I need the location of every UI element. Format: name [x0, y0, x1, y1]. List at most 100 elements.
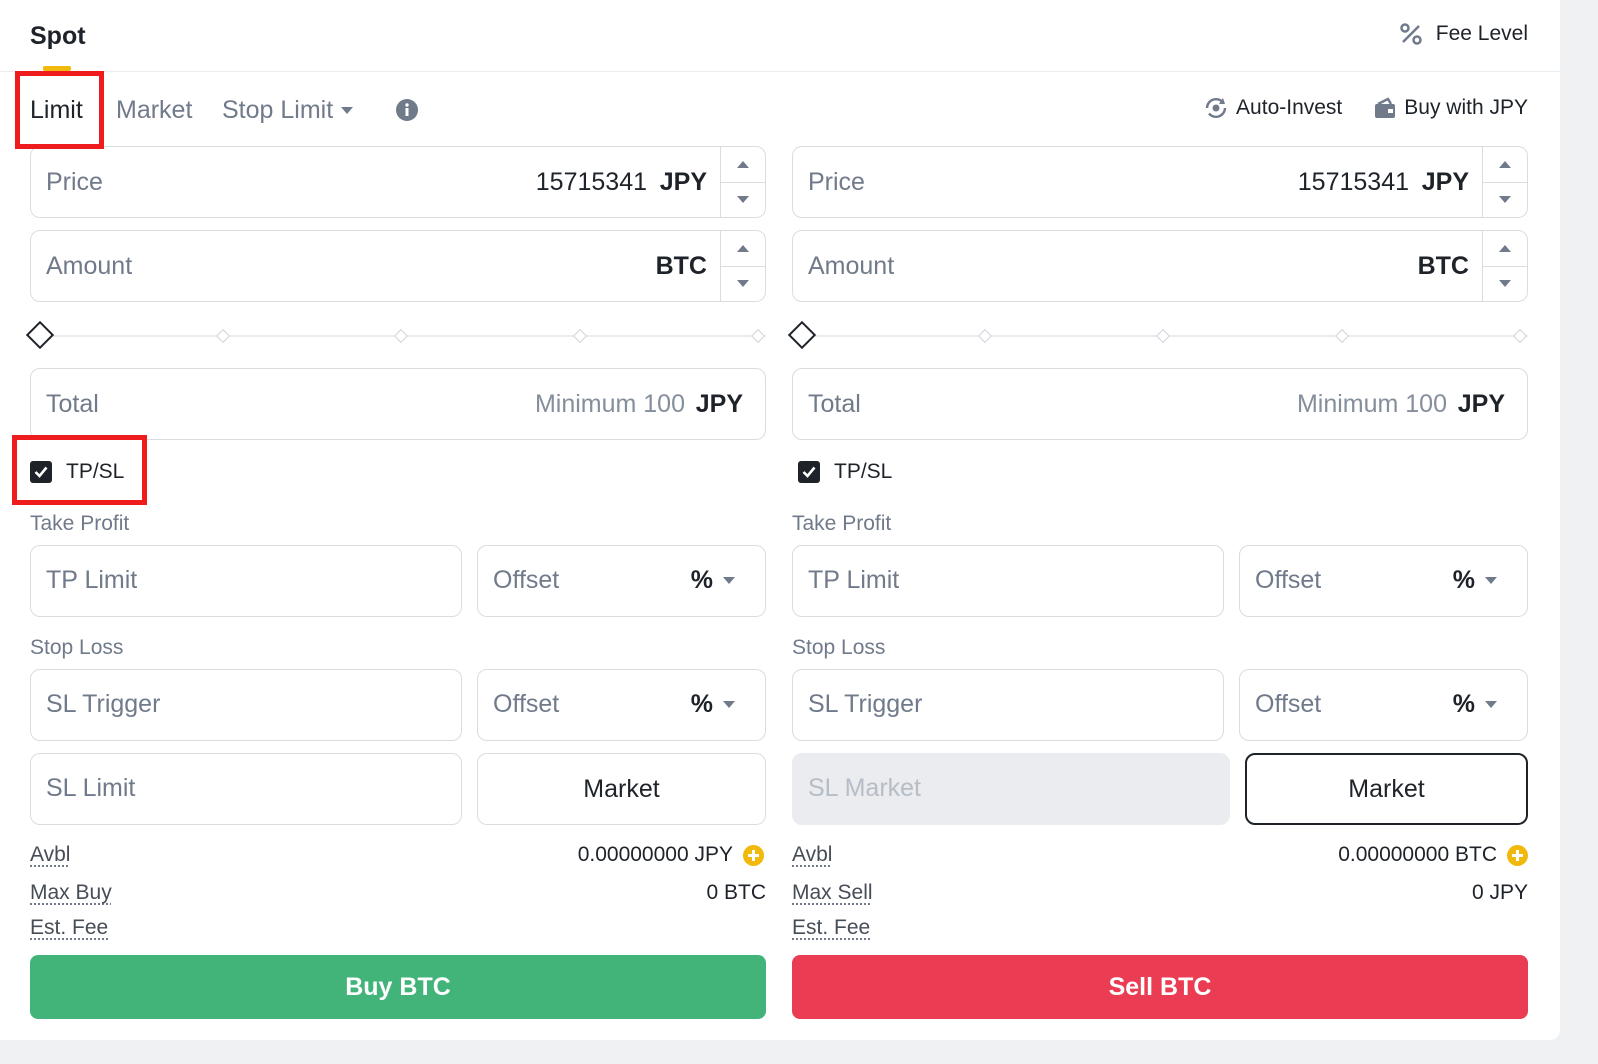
slider-handle[interactable] — [25, 320, 55, 350]
max-sell-label[interactable]: Max Sell — [792, 881, 873, 905]
take-profit-label: Take Profit — [792, 512, 892, 535]
info-icon[interactable] — [396, 99, 418, 126]
price-unit: JPY — [659, 167, 707, 196]
checkbox-checked-icon[interactable] — [30, 461, 52, 483]
slider-step-100[interactable] — [750, 328, 766, 344]
avbl-value: 0.00000000 BTC — [1338, 843, 1497, 866]
tp-offset-label: Offset — [1255, 566, 1322, 594]
buy-tp-limit-input[interactable]: TP Limit — [30, 545, 462, 617]
buy-total-input[interactable]: Total Minimum 100 JPY — [30, 368, 766, 440]
buy-sl-offset-input[interactable]: Offset % — [477, 669, 766, 741]
sl-trigger-label: SL Trigger — [46, 690, 161, 718]
stop-loss-label: Stop Loss — [792, 636, 886, 659]
amount-decrement-button[interactable] — [721, 267, 765, 302]
buy-sl-trigger-input[interactable]: SL Trigger — [30, 669, 462, 741]
est-fee-label[interactable]: Est. Fee — [30, 916, 108, 940]
order-type-tabs: Limit Market Stop Limit Auto-Invest Buy … — [0, 86, 1560, 136]
avbl-label[interactable]: Avbl — [792, 843, 832, 867]
sl-offset-unit: % — [1452, 690, 1475, 718]
slider-step-100[interactable] — [1512, 328, 1528, 344]
sell-price-input[interactable]: Price 15715341 JPY — [792, 146, 1528, 218]
stop-loss-label: Stop Loss — [30, 636, 124, 659]
chevron-down-icon — [341, 107, 354, 114]
auto-invest-icon — [1205, 97, 1227, 119]
tp-offset-label: Offset — [493, 566, 560, 594]
amount-decrement-button[interactable] — [1483, 267, 1527, 302]
auto-invest-link[interactable]: Auto-Invest — [1204, 96, 1342, 120]
tp-offset-unit-select[interactable]: % — [691, 566, 735, 595]
price-decrement-button[interactable] — [721, 183, 765, 218]
buy-sl-limit-input[interactable]: SL Limit — [30, 753, 462, 825]
max-buy-label[interactable]: Max Buy — [30, 881, 112, 905]
total-label: Total — [808, 389, 861, 418]
tab-market[interactable]: Market — [116, 96, 192, 125]
auto-invest-label: Auto-Invest — [1236, 96, 1343, 119]
total-label: Total — [46, 389, 99, 418]
take-profit-label: Take Profit — [30, 512, 130, 535]
sell-amount-slider[interactable] — [787, 320, 1528, 350]
slider-step-25[interactable] — [215, 328, 231, 344]
sell-tp-limit-input[interactable]: TP Limit — [792, 545, 1224, 617]
sell-tpsl-toggle[interactable]: TP/SL — [798, 460, 892, 484]
sl-offset-label: Offset — [1255, 690, 1322, 718]
tab-limit[interactable]: Limit — [30, 96, 83, 125]
tab-stop-limit[interactable]: Stop Limit — [222, 96, 354, 125]
slider-step-25[interactable] — [977, 328, 993, 344]
buy-sl-market-button[interactable]: Market — [477, 753, 766, 825]
triangle-up-icon — [1499, 244, 1511, 252]
slider-handle[interactable] — [787, 320, 817, 350]
est-fee-label[interactable]: Est. Fee — [792, 916, 870, 940]
slider-step-75[interactable] — [572, 328, 588, 344]
total-placeholder: Minimum 100 — [534, 389, 685, 418]
active-tab-indicator — [43, 66, 71, 71]
price-increment-button[interactable] — [721, 147, 765, 183]
slider-step-50[interactable] — [393, 328, 409, 344]
amount-increment-button[interactable] — [1483, 231, 1527, 267]
sl-offset-unit-select[interactable]: % — [691, 690, 735, 719]
sl-offset-unit-select[interactable]: % — [1453, 690, 1497, 719]
slider-step-50[interactable] — [1155, 328, 1171, 344]
slider-step-75[interactable] — [1334, 328, 1350, 344]
buy-price-input[interactable]: Price 15715341 JPY — [30, 146, 766, 218]
price-increment-button[interactable] — [1483, 147, 1527, 183]
tp-offset-unit-select[interactable]: % — [1453, 566, 1497, 595]
deposit-plus-icon[interactable] — [1507, 844, 1528, 866]
sell-total-input[interactable]: Total Minimum 100 JPY — [792, 368, 1528, 440]
chevron-down-icon — [1485, 577, 1497, 584]
avbl-value-group: 0.00000000 BTC — [1338, 843, 1528, 867]
fee-level-label: Fee Level — [1435, 22, 1528, 45]
fee-level-link[interactable]: Fee Level — [1400, 22, 1528, 46]
price-decrement-button[interactable] — [1483, 183, 1527, 218]
deposit-plus-icon[interactable] — [743, 844, 764, 866]
buy-with-jpy-link[interactable]: Buy with JPY — [1374, 96, 1528, 120]
price-stepper — [1482, 147, 1527, 217]
sell-tp-offset-input[interactable]: Offset % — [1239, 545, 1528, 617]
checkbox-checked-icon[interactable] — [798, 461, 820, 483]
buy-tpsl-toggle[interactable]: TP/SL — [30, 460, 124, 484]
triangle-down-icon — [737, 196, 749, 204]
price-value: 15715341 — [1297, 167, 1409, 196]
sell-sl-market-button[interactable]: Market — [1245, 753, 1528, 825]
buy-amount-input[interactable]: Amount BTC — [30, 230, 766, 302]
amount-unit: BTC — [1417, 251, 1469, 280]
chevron-down-icon — [723, 577, 735, 584]
sell-amount-input[interactable]: Amount BTC — [792, 230, 1528, 302]
sell-btc-button[interactable]: Sell BTC — [792, 955, 1528, 1019]
tp-offset-unit: % — [690, 566, 713, 594]
buy-tp-offset-input[interactable]: Offset % — [477, 545, 766, 617]
amount-stepper — [720, 231, 765, 301]
sell-sl-market-input: SL Market — [792, 753, 1230, 825]
max-sell-value: 0 JPY — [1471, 881, 1528, 904]
sl-market-label: SL Market — [808, 774, 922, 802]
buy-with-jpy-label: Buy with JPY — [1404, 96, 1528, 119]
sell-sl-trigger-input[interactable]: SL Trigger — [792, 669, 1224, 741]
buy-btc-button[interactable]: Buy BTC — [30, 955, 766, 1019]
sell-sl-offset-input[interactable]: Offset % — [1239, 669, 1528, 741]
price-label: Price — [46, 167, 103, 196]
sl-limit-label: SL Limit — [46, 774, 136, 802]
amount-increment-button[interactable] — [721, 231, 765, 267]
avbl-value-group: 0.00000000 JPY — [578, 843, 764, 867]
buy-amount-slider[interactable] — [25, 320, 766, 350]
tab-spot[interactable]: Spot — [30, 22, 86, 51]
avbl-label[interactable]: Avbl — [30, 843, 70, 867]
